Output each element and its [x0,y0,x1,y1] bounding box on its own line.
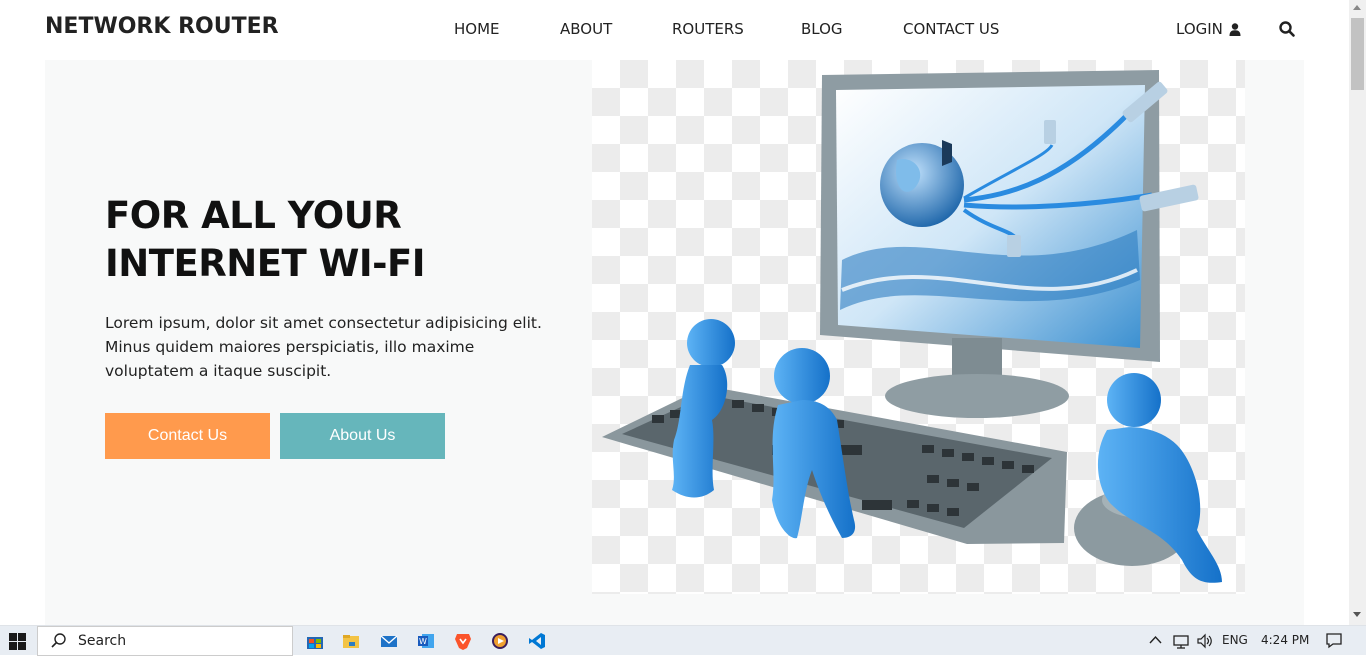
scroll-up-arrow-icon[interactable] [1353,5,1361,10]
windows-taskbar: Search W ENG 4:24 PM [0,625,1366,656]
store-icon[interactable] [305,631,325,651]
search-icon[interactable] [1278,20,1296,38]
svg-text:W: W [419,637,427,646]
language-indicator[interactable]: ENG [1222,633,1248,647]
site-brand[interactable]: NETWORK ROUTER [45,14,279,39]
clock-time[interactable]: 4:24 PM [1261,633,1309,647]
hero-section: FOR ALL YOUR INTERNET WI-FI Lorem ipsum,… [45,60,1304,625]
media-player-icon[interactable] [490,631,510,651]
mail-icon[interactable] [379,631,399,651]
scrollbar-thumb[interactable] [1351,18,1364,90]
file-explorer-icon[interactable] [341,631,361,651]
computer-network-illustration [602,70,1222,583]
contact-us-button[interactable]: Contact Us [105,413,270,459]
hero-title-line2: INTERNET WI-FI [105,242,426,285]
nav-home[interactable]: HOME [454,20,500,38]
taskbar-search-box[interactable]: Search [37,626,293,656]
nav-blog[interactable]: BLOG [801,20,843,38]
notifications-icon[interactable] [1325,632,1343,649]
nav-routers[interactable]: ROUTERS [672,20,744,38]
browser-viewport: NETWORK ROUTER HOME ABOUT ROUTERS BLOG C… [0,0,1349,625]
about-us-button[interactable]: About Us [280,413,445,459]
volume-icon[interactable] [1196,633,1214,649]
nav-contact-us[interactable]: CONTACT US [903,20,999,38]
chevron-up-icon[interactable] [1149,635,1162,645]
hero-description: Lorem ipsum, dolor sit amet consectetur … [105,314,542,380]
windows-start-icon[interactable] [9,633,26,650]
login-link[interactable]: LOGIN [1176,20,1241,38]
hero-illustration [592,60,1245,594]
brave-browser-icon[interactable] [453,631,473,651]
taskbar-search-placeholder: Search [78,633,127,649]
user-icon [1229,22,1241,36]
word-icon[interactable]: W [416,631,436,651]
hero-title: FOR ALL YOUR INTERNET WI-FI [105,192,565,288]
nav-about[interactable]: ABOUT [560,20,612,38]
login-label: LOGIN [1176,20,1223,38]
vscode-icon[interactable] [527,631,547,651]
page-scrollbar[interactable] [1349,0,1366,625]
scroll-down-arrow-icon[interactable] [1353,612,1361,617]
search-icon [51,633,66,648]
network-icon[interactable] [1172,633,1190,649]
hero-title-line1: FOR ALL YOUR [105,194,402,237]
